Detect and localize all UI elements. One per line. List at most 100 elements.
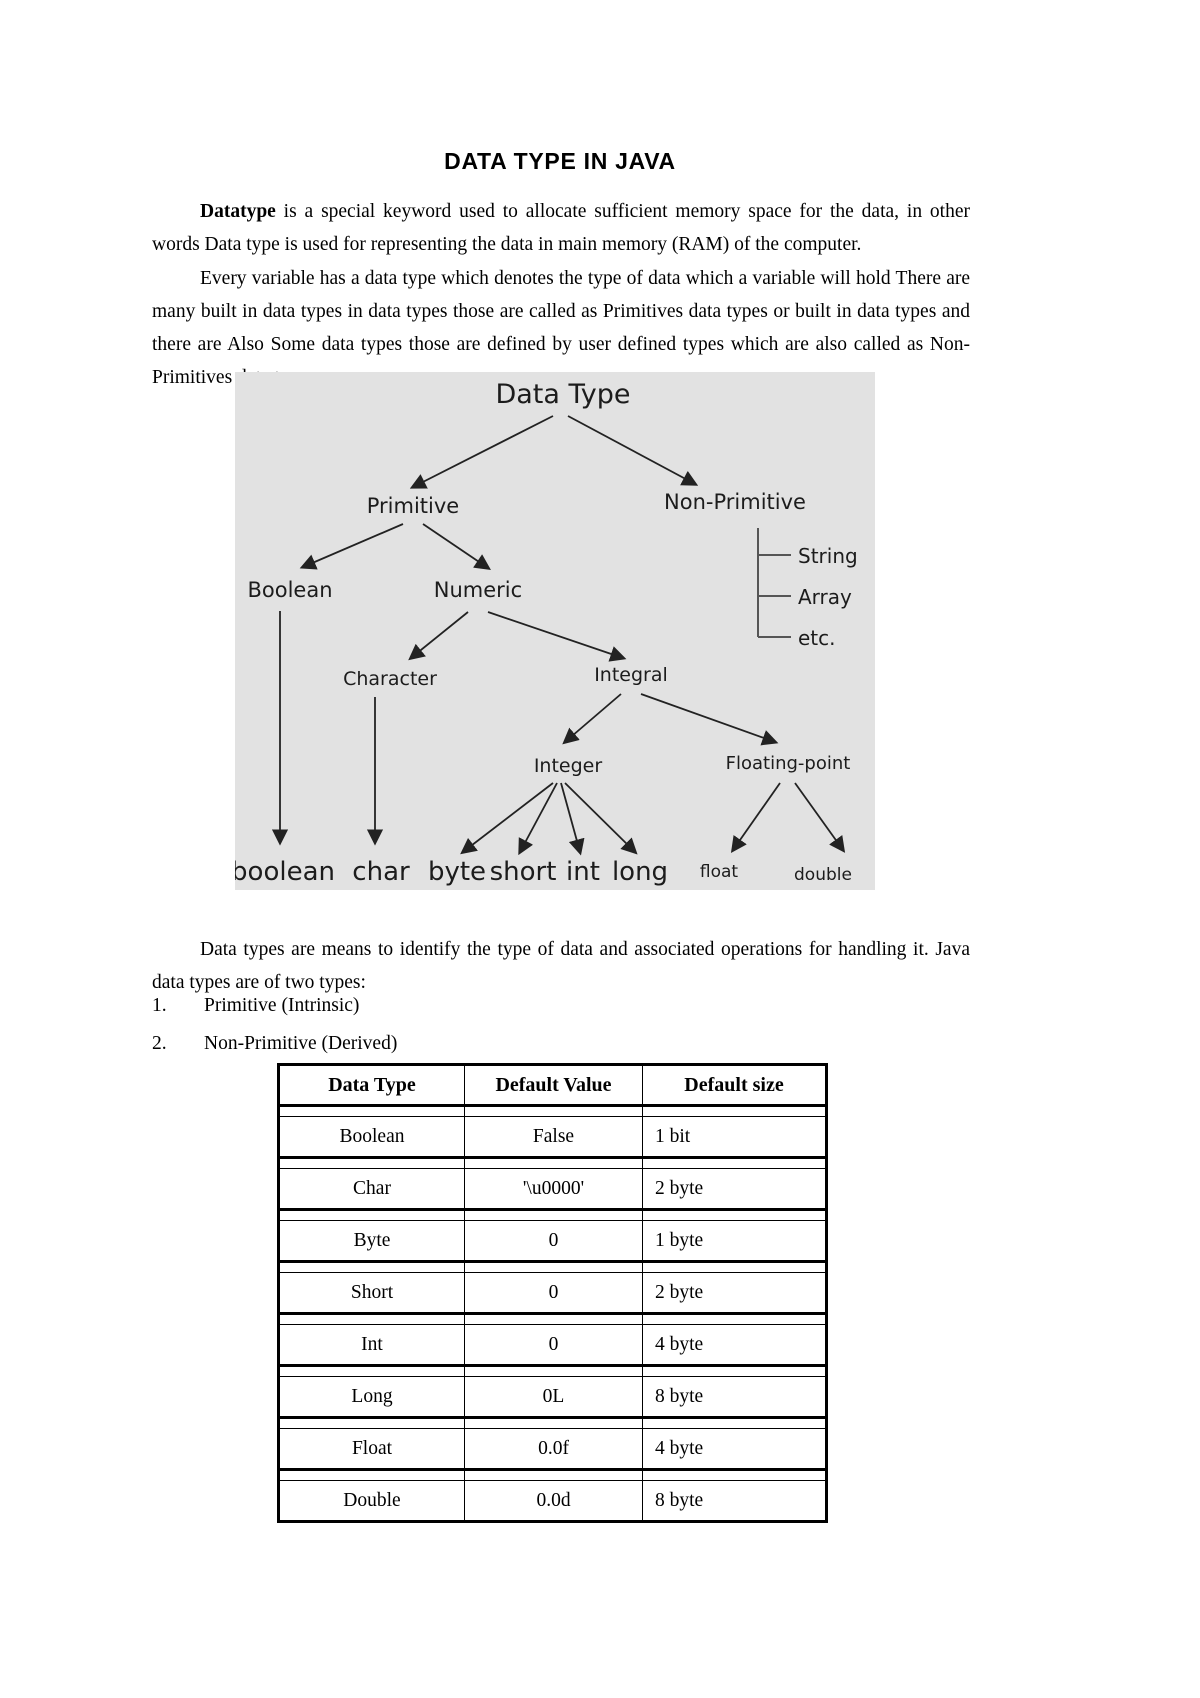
cell-default-size: 8 byte	[642, 1376, 827, 1418]
list-number: 1.	[152, 995, 167, 1016]
cell-default-value: 0.0d	[464, 1480, 643, 1522]
spacer-cell	[642, 1260, 827, 1273]
cell-data-type: Float	[278, 1428, 465, 1470]
cell-default-value: False	[464, 1116, 643, 1158]
edge-root-nonprimitive	[567, 415, 699, 486]
data-type-hierarchy-diagram: Data Type Primitive Non-Primitive String…	[235, 372, 875, 890]
diagram-node-root: Data Type	[495, 379, 630, 410]
diagram-leaf-int: int	[566, 857, 600, 887]
cell-data-type: Byte	[278, 1220, 465, 1262]
cell-default-size: 1 byte	[642, 1220, 827, 1262]
diagram-node-integer: Integer	[534, 755, 603, 777]
cell-default-value: '\u0000'	[464, 1168, 643, 1210]
table-row: Char '\u0000' 2 byte	[278, 1168, 827, 1210]
edge-integer-int	[560, 782, 585, 856]
diagram-node-array: Array	[798, 585, 852, 609]
spacer-cell	[278, 1312, 465, 1325]
column-header-default-value: Default Value	[464, 1064, 643, 1107]
cell-default-size: 2 byte	[642, 1272, 827, 1314]
spacer-cell	[464, 1208, 643, 1221]
table-spacer-row	[278, 1468, 827, 1481]
diagram-node-etc: etc.	[798, 626, 836, 650]
spacer-cell	[642, 1156, 827, 1169]
spacer-cell	[278, 1208, 465, 1221]
spacer-cell	[278, 1468, 465, 1481]
diagram-leaf-long: long	[612, 857, 668, 887]
list-label: Primitive (Intrinsic)	[204, 995, 360, 1016]
paragraph-text: Data types are means to identify the typ…	[152, 938, 970, 993]
spacer-cell	[278, 1156, 465, 1169]
table-spacer-row	[278, 1260, 827, 1273]
edge-primitive-boolean	[299, 523, 404, 570]
diagram-leaf-float: float	[700, 862, 739, 882]
table-body: Boolean False 1 bit Char '\u0000' 2 byte Byte 0…	[278, 1104, 827, 1522]
cell-default-size: 4 byte	[642, 1324, 827, 1366]
paragraph-text: Every variable has a data type which den…	[152, 267, 970, 388]
document-page: DATA TYPE IN JAVA Datatype is a special …	[0, 0, 1200, 1698]
edge-integer-long	[564, 782, 638, 855]
spacer-cell	[278, 1416, 465, 1429]
edge-numeric-character	[408, 611, 469, 661]
spacer-cell	[642, 1208, 827, 1221]
spacer-cell	[642, 1312, 827, 1325]
spacer-cell	[464, 1260, 643, 1273]
edge-floating-float	[730, 782, 781, 853]
table-spacer-row	[278, 1364, 827, 1377]
paragraph-data-types-means: Data types are means to identify the typ…	[152, 933, 970, 999]
spacer-cell	[464, 1312, 643, 1325]
diagram-node-non-primitive: Non-Primitive	[664, 490, 806, 514]
table-row: Byte 0 1 byte	[278, 1220, 827, 1262]
spacer-cell	[642, 1468, 827, 1481]
edge-numeric-integral	[487, 611, 627, 662]
table-row: Float 0.0f 4 byte	[278, 1428, 827, 1470]
diagram-node-boolean: Boolean	[247, 578, 332, 602]
default-values-table-wrapper: Data Type Default Value Default size Boo…	[277, 1063, 828, 1523]
table-row: Boolean False 1 bit	[278, 1116, 827, 1158]
table-row: Long 0L 8 byte	[278, 1376, 827, 1418]
list-item-non-primitive: 2. Non-Primitive (Derived)	[152, 1029, 972, 1059]
cell-default-value: 0.0f	[464, 1428, 643, 1470]
list-number: 2.	[152, 1033, 167, 1054]
edge-floating-double	[794, 782, 846, 853]
spacer-cell	[464, 1156, 643, 1169]
default-values-table: Data Type Default Value Default size Boo…	[277, 1063, 828, 1523]
cell-data-type: Int	[278, 1324, 465, 1366]
table-spacer-row	[278, 1104, 827, 1117]
edge-integral-floating	[640, 693, 779, 746]
diagram-node-floating-point: Floating-point	[726, 753, 851, 774]
diagram-node-numeric: Numeric	[434, 578, 522, 602]
spacer-cell	[642, 1364, 827, 1377]
cell-default-size: 2 byte	[642, 1168, 827, 1210]
diagram-leaf-char: char	[352, 857, 410, 887]
cell-data-type: Double	[278, 1480, 465, 1522]
spacer-cell	[464, 1364, 643, 1377]
cell-data-type: Long	[278, 1376, 465, 1418]
page-title: DATA TYPE IN JAVA	[444, 148, 676, 175]
cell-default-value: 0	[464, 1324, 643, 1366]
cell-default-size: 4 byte	[642, 1428, 827, 1470]
table-spacer-row	[278, 1416, 827, 1429]
spacer-cell	[278, 1104, 465, 1117]
cell-data-type: Boolean	[278, 1116, 465, 1158]
table-spacer-row	[278, 1208, 827, 1221]
table-row: Short 0 2 byte	[278, 1272, 827, 1314]
diagram-leaf-double: double	[794, 865, 852, 885]
edge-primitive-numeric	[422, 523, 491, 571]
column-header-data-type: Data Type	[278, 1064, 465, 1107]
cell-data-type: Char	[278, 1168, 465, 1210]
diagram-node-character: Character	[343, 668, 437, 690]
spacer-cell	[278, 1260, 465, 1273]
spacer-cell	[278, 1364, 465, 1377]
table-spacer-row	[278, 1156, 827, 1169]
cell-default-value: 0L	[464, 1376, 643, 1418]
table-row: Int 0 4 byte	[278, 1324, 827, 1366]
column-header-default-size: Default size	[642, 1064, 827, 1107]
lead-term: Datatype	[200, 200, 276, 222]
diagram-node-string: String	[798, 544, 858, 568]
table-spacer-row	[278, 1312, 827, 1325]
table-header-row: Data Type Default Value Default size	[278, 1064, 827, 1107]
diagram-leaf-short: short	[490, 857, 557, 887]
cell-default-size: 8 byte	[642, 1480, 827, 1522]
list-item-primitive: 1. Primitive (Intrinsic)	[152, 991, 972, 1021]
table-row: Double 0.0d 8 byte	[278, 1480, 827, 1522]
